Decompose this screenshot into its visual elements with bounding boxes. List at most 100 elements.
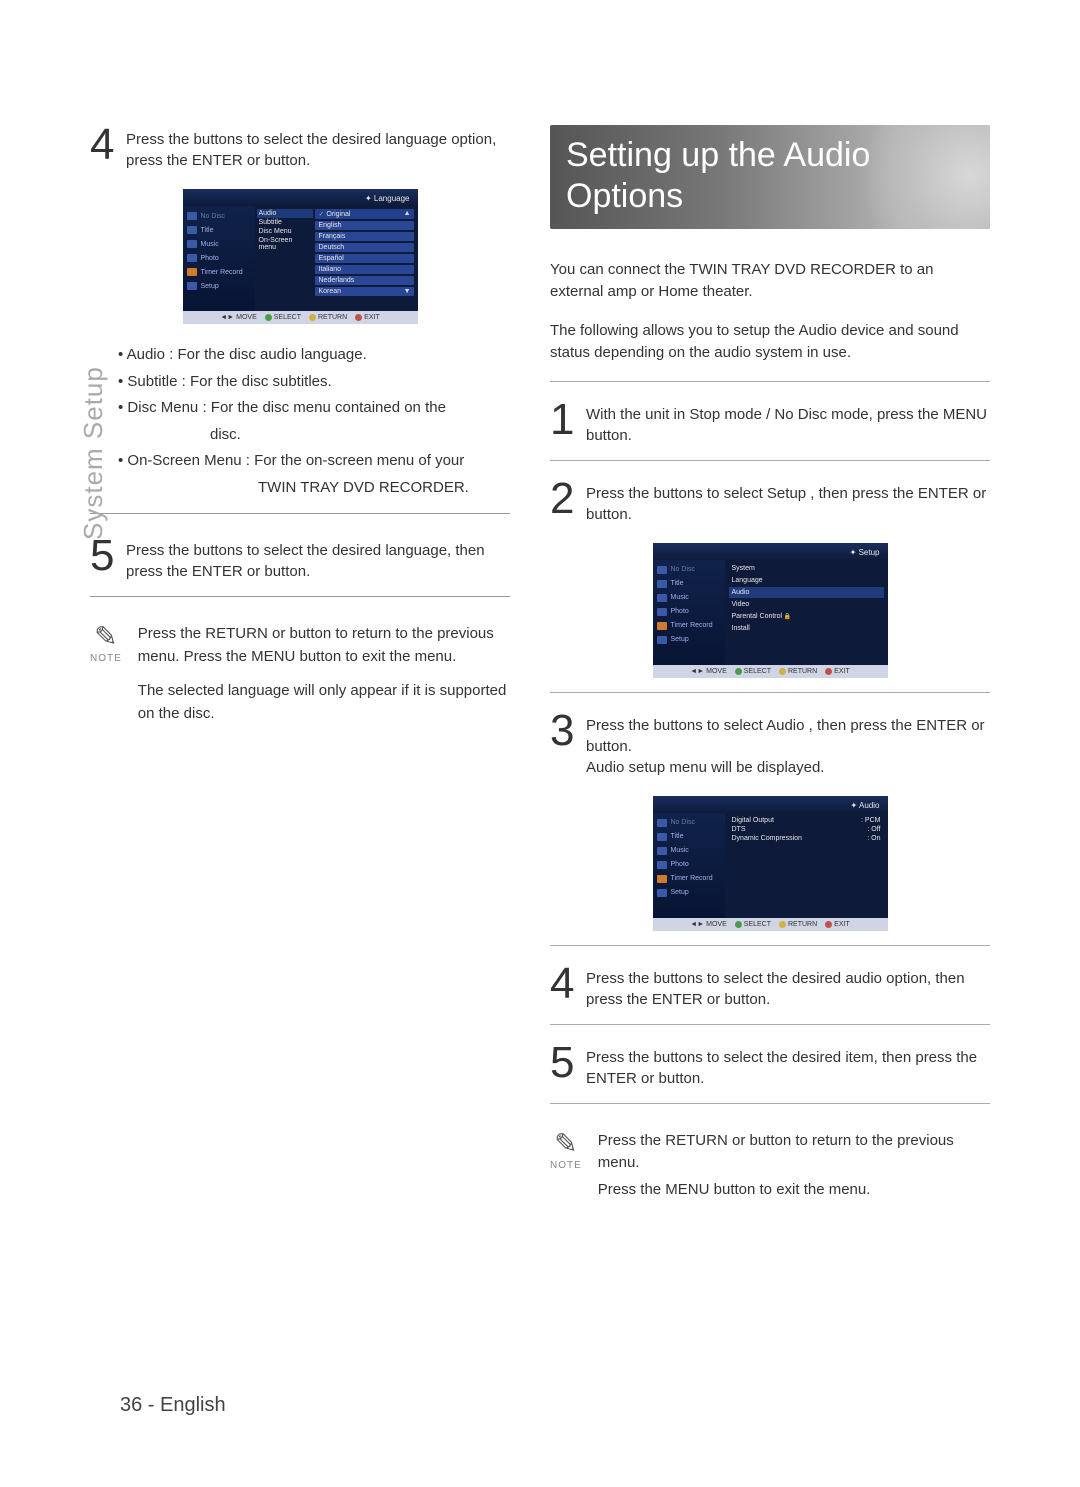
osd-audio-row: DTS: Off — [729, 825, 884, 834]
note-icon: ✎ — [550, 1130, 582, 1158]
osd-side-nodisc: No Disc — [653, 816, 725, 830]
osd-audio-row: Digital Output: PCM — [729, 816, 884, 825]
left-column: 4 Press the buttons to select the desire… — [90, 125, 510, 1213]
divider — [550, 381, 990, 382]
step-text: Press the buttons to select the desired … — [586, 1043, 990, 1089]
divider — [550, 692, 990, 693]
left-step-5: 5 Press the buttons to select the desire… — [90, 536, 510, 582]
osd-mid-audio: Audio — [257, 209, 313, 218]
note-text-2: Press the MENU button to exit the menu. — [598, 1179, 990, 1202]
osd-side-photo: Photo — [653, 605, 725, 619]
osd-lang-option: Deutsch — [315, 243, 414, 252]
osd-side-title: Title — [183, 223, 255, 237]
note-label: NOTE — [90, 653, 122, 664]
osd-lang-option: Original▲ — [315, 209, 414, 219]
osd-lang-list: Original▲ English Français Deutsch Españ… — [315, 206, 418, 311]
divider — [550, 945, 990, 946]
left-note: ✎ NOTE Press the RETURN or button to ret… — [90, 623, 510, 737]
right-column: Setting up the Audio Options You can con… — [550, 125, 990, 1213]
divider — [550, 1103, 990, 1104]
osd-side-music: Music — [653, 591, 725, 605]
divider — [550, 1024, 990, 1025]
page-footer: 36 - English — [120, 1394, 226, 1417]
osd-footer: ◄► MOVE SELECT RETURN EXIT — [653, 918, 888, 931]
step-text: With the unit in Stop mode / No Disc mod… — [586, 400, 990, 446]
step-number: 5 — [90, 536, 126, 576]
osd-title: Audio — [851, 801, 880, 810]
step-number: 1 — [550, 400, 586, 440]
step-number: 5 — [550, 1043, 586, 1083]
bullet-audio: • Audio : For the disc audio language. — [118, 344, 510, 367]
osd-side-setup: Setup — [653, 633, 725, 647]
bullet-osm-cont: TWIN TRAY DVD RECORDER. — [118, 477, 510, 500]
intro-text-2: The following allows you to setup the Au… — [550, 320, 990, 365]
osd-mid-discmenu: Disc Menu — [257, 227, 313, 236]
osd-side-setup: Setup — [653, 886, 725, 900]
divider — [550, 460, 990, 461]
left-bullets: • Audio : For the disc audio language. •… — [118, 344, 510, 499]
osd-side-nodisc: No Disc — [653, 563, 725, 577]
bullet-osm: • On-Screen Menu : For the on-screen men… — [118, 450, 510, 473]
note-text-1: Press the RETURN or button to return to … — [138, 623, 510, 668]
right-step-1: 1 With the unit in Stop mode / No Disc m… — [550, 400, 990, 446]
step-text: Press the buttons to select the desired … — [586, 964, 990, 1010]
osd-language-screen: Language No Disc Title Music Photo Timer… — [183, 189, 418, 324]
step-number: 3 — [550, 711, 586, 751]
osd-lang-option: Korean▼ — [315, 287, 414, 296]
osd-title: Setup — [850, 548, 880, 557]
osd-side-photo: Photo — [653, 858, 725, 872]
osd-footer: ◄► MOVE SELECT RETURN EXIT — [653, 665, 888, 678]
right-step-4: 4 Press the buttons to select the desire… — [550, 964, 990, 1010]
right-step-3: 3 Press the buttons to select Audio , th… — [550, 711, 990, 778]
right-step-2: 2 Press the buttons to select Setup , th… — [550, 479, 990, 525]
osd-setup-item: Language — [729, 575, 884, 586]
note-label: NOTE — [550, 1160, 582, 1171]
osd-side-timer: Timer Record — [653, 619, 725, 633]
osd-side-music: Music — [653, 844, 725, 858]
divider — [90, 596, 510, 597]
osd-setup-screen: Setup No Disc Title Music Photo Timer Re… — [653, 543, 888, 678]
step-text: Press the buttons to select the desired … — [126, 125, 510, 171]
osd-setup-list: System Language Audio Video Parental Con… — [725, 560, 888, 665]
step-number: 2 — [550, 479, 586, 519]
bullet-discmenu: • Disc Menu : For the disc menu containe… — [118, 397, 510, 420]
right-step-5: 5 Press the buttons to select the desire… — [550, 1043, 990, 1089]
osd-setup-item: System — [729, 563, 884, 574]
step-text: Press the buttons to select the desired … — [126, 536, 510, 582]
left-step-4: 4 Press the buttons to select the desire… — [90, 125, 510, 171]
osd-side-timer: Timer Record — [653, 872, 725, 886]
osd-audio-screen: Audio No Disc Title Music Photo Timer Re… — [653, 796, 888, 931]
osd-lang-option: English — [315, 221, 414, 230]
intro-text-1: You can connect the TWIN TRAY DVD RECORD… — [550, 259, 990, 304]
osd-title: Language — [365, 194, 410, 203]
osd-side-music: Music — [183, 237, 255, 251]
osd-mid-osm: On-Screen menu — [257, 236, 313, 252]
step-text: Press the buttons to select Audio , then… — [586, 711, 990, 778]
osd-lang-option: Italiano — [315, 265, 414, 274]
osd-setup-item: Parental Control — [729, 611, 884, 622]
note-icon: ✎ — [90, 623, 122, 651]
osd-side-title: Title — [653, 577, 725, 591]
step-text: Press the buttons to select Setup , then… — [586, 479, 990, 525]
osd-setup-item: Video — [729, 599, 884, 610]
osd-mid-subtitle: Subtitle — [257, 218, 313, 227]
bullet-subtitle: • Subtitle : For the disc subtitles. — [118, 371, 510, 394]
step-number: 4 — [550, 964, 586, 1004]
note-text-1: Press the RETURN or button to return to … — [598, 1130, 990, 1175]
osd-audio-list: Digital Output: PCM DTS: Off Dynamic Com… — [725, 813, 888, 918]
right-note: ✎ NOTE Press the RETURN or button to ret… — [550, 1130, 990, 1214]
step-number: 4 — [90, 125, 126, 165]
osd-lang-option: Français — [315, 232, 414, 241]
osd-setup-item: Install — [729, 623, 884, 634]
note-text-2: The selected language will only appear i… — [138, 680, 510, 725]
divider — [90, 513, 510, 514]
osd-side-title: Title — [653, 830, 725, 844]
section-tab: System Setup — [78, 366, 109, 540]
section-heading: Setting up the Audio Options — [550, 125, 990, 229]
osd-side-nodisc: No Disc — [183, 209, 255, 223]
osd-audio-row: Dynamic Compression: On — [729, 834, 884, 843]
bullet-discmenu-cont: disc. — [118, 424, 510, 447]
osd-side-timer: Timer Record — [183, 265, 255, 279]
osd-footer: ◄► MOVE SELECT RETURN EXIT — [183, 311, 418, 324]
osd-lang-option: Nederlands — [315, 276, 414, 285]
